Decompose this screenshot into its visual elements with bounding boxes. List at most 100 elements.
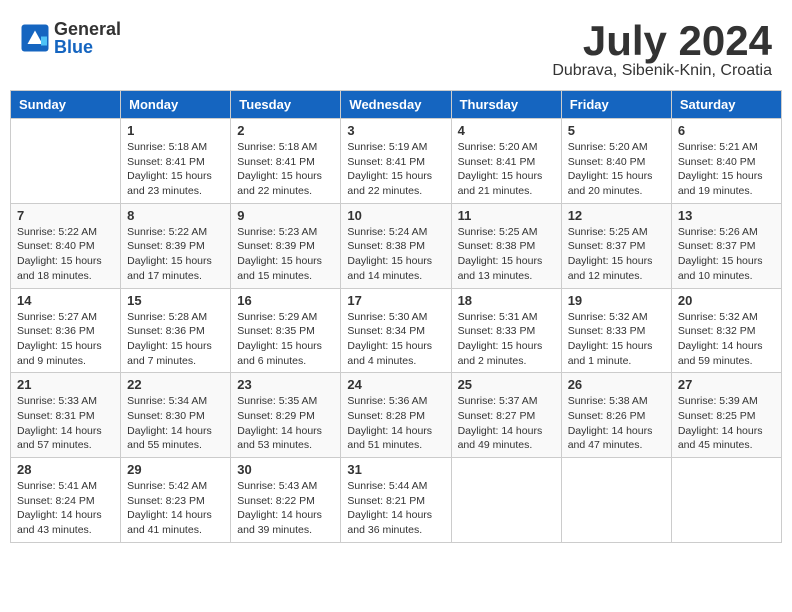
day-number: 11 xyxy=(458,208,555,223)
day-header-wednesday: Wednesday xyxy=(341,91,451,119)
logo-blue-text: Blue xyxy=(54,38,121,56)
day-number: 9 xyxy=(237,208,334,223)
day-number: 8 xyxy=(127,208,224,223)
day-number: 27 xyxy=(678,377,775,392)
day-number: 20 xyxy=(678,293,775,308)
calendar-week-row: 7Sunrise: 5:22 AM Sunset: 8:40 PM Daylig… xyxy=(11,203,782,288)
day-header-friday: Friday xyxy=(561,91,671,119)
day-info: Sunrise: 5:39 AM Sunset: 8:25 PM Dayligh… xyxy=(678,394,775,453)
calendar-cell xyxy=(671,458,781,543)
day-info: Sunrise: 5:20 AM Sunset: 8:40 PM Dayligh… xyxy=(568,140,665,199)
calendar-cell: 12Sunrise: 5:25 AM Sunset: 8:37 PM Dayli… xyxy=(561,203,671,288)
day-info: Sunrise: 5:32 AM Sunset: 8:33 PM Dayligh… xyxy=(568,310,665,369)
calendar-cell: 10Sunrise: 5:24 AM Sunset: 8:38 PM Dayli… xyxy=(341,203,451,288)
day-info: Sunrise: 5:36 AM Sunset: 8:28 PM Dayligh… xyxy=(347,394,444,453)
calendar-week-row: 28 Sunrise: 5:41 AM Sunset: 8:24 PM Dayli… xyxy=(11,458,782,543)
calendar-cell: 4Sunrise: 5:20 AM Sunset: 8:41 PM Daylig… xyxy=(451,119,561,204)
day-number: 23 xyxy=(237,377,334,392)
day-info: Sunrise: 5:18 AM Sunset: 8:41 PM Dayligh… xyxy=(127,140,224,199)
day-number: 6 xyxy=(678,123,775,138)
calendar-cell: 26 Sunrise: 5:38 AM Sunset: 8:26 PM Dayli… xyxy=(561,373,671,458)
day-info: Sunrise: 5:29 AM Sunset: 8:35 PM Dayligh… xyxy=(237,310,334,369)
calendar-week-row: 1Sunrise: 5:18 AM Sunset: 8:41 PM Daylig… xyxy=(11,119,782,204)
day-info: Sunrise: 5:28 AM Sunset: 8:36 PM Dayligh… xyxy=(127,310,224,369)
calendar-cell: 18 Sunrise: 5:31 AM Sunset: 8:33 PM Dayli… xyxy=(451,288,561,373)
logo-text: General Blue xyxy=(54,20,121,56)
day-info: Sunrise: 5:32 AM Sunset: 8:32 PM Dayligh… xyxy=(678,310,775,369)
calendar-cell: 14 Sunrise: 5:27 AM Sunset: 8:36 PM Dayli… xyxy=(11,288,121,373)
day-number: 16 xyxy=(237,293,334,308)
day-info: Sunrise: 5:41 AM Sunset: 8:24 PM Dayligh… xyxy=(17,479,114,538)
day-number: 19 xyxy=(568,293,665,308)
day-number: 4 xyxy=(458,123,555,138)
day-info: Sunrise: 5:27 AM Sunset: 8:36 PM Dayligh… xyxy=(17,310,114,369)
calendar-cell: 19 Sunrise: 5:32 AM Sunset: 8:33 PM Dayli… xyxy=(561,288,671,373)
calendar-cell xyxy=(451,458,561,543)
calendar-cell: 17 Sunrise: 5:30 AM Sunset: 8:34 PM Dayli… xyxy=(341,288,451,373)
calendar-cell: 11 Sunrise: 5:25 AM Sunset: 8:38 PM Dayli… xyxy=(451,203,561,288)
calendar-cell: 8 Sunrise: 5:22 AM Sunset: 8:39 PM Daylig… xyxy=(121,203,231,288)
day-info: Sunrise: 5:31 AM Sunset: 8:33 PM Dayligh… xyxy=(458,310,555,369)
calendar-cell: 16 Sunrise: 5:29 AM Sunset: 8:35 PM Dayli… xyxy=(231,288,341,373)
calendar-week-row: 21 Sunrise: 5:33 AM Sunset: 8:31 PM Dayli… xyxy=(11,373,782,458)
day-info: Sunrise: 5:18 AM Sunset: 8:41 PM Dayligh… xyxy=(237,140,334,199)
calendar-cell xyxy=(11,119,121,204)
day-header-thursday: Thursday xyxy=(451,91,561,119)
day-number: 3 xyxy=(347,123,444,138)
calendar-cell: 6 Sunrise: 5:21 AM Sunset: 8:40 PM Daylig… xyxy=(671,119,781,204)
calendar-cell: 27 Sunrise: 5:39 AM Sunset: 8:25 PM Dayli… xyxy=(671,373,781,458)
calendar-cell: 1Sunrise: 5:18 AM Sunset: 8:41 PM Daylig… xyxy=(121,119,231,204)
day-number: 5 xyxy=(568,123,665,138)
day-number: 29 xyxy=(127,462,224,477)
day-header-sunday: Sunday xyxy=(11,91,121,119)
logo-general-text: General xyxy=(54,20,121,38)
day-number: 26 xyxy=(568,377,665,392)
day-info: Sunrise: 5:22 AM Sunset: 8:39 PM Dayligh… xyxy=(127,225,224,284)
calendar-cell: 5 Sunrise: 5:20 AM Sunset: 8:40 PM Daylig… xyxy=(561,119,671,204)
day-number: 2 xyxy=(237,123,334,138)
day-number: 17 xyxy=(347,293,444,308)
calendar-cell: 25 Sunrise: 5:37 AM Sunset: 8:27 PM Dayli… xyxy=(451,373,561,458)
day-number: 31 xyxy=(347,462,444,477)
calendar-cell: 23Sunrise: 5:35 AM Sunset: 8:29 PM Dayli… xyxy=(231,373,341,458)
day-number: 22 xyxy=(127,377,224,392)
day-info: Sunrise: 5:30 AM Sunset: 8:34 PM Dayligh… xyxy=(347,310,444,369)
calendar-cell: 21 Sunrise: 5:33 AM Sunset: 8:31 PM Dayli… xyxy=(11,373,121,458)
day-info: Sunrise: 5:25 AM Sunset: 8:37 PM Dayligh… xyxy=(568,225,665,284)
day-info: Sunrise: 5:42 AM Sunset: 8:23 PM Dayligh… xyxy=(127,479,224,538)
day-number: 24 xyxy=(347,377,444,392)
day-info: Sunrise: 5:44 AM Sunset: 8:21 PM Dayligh… xyxy=(347,479,444,538)
day-info: Sunrise: 5:43 AM Sunset: 8:22 PM Dayligh… xyxy=(237,479,334,538)
logo-icon xyxy=(20,23,50,53)
day-info: Sunrise: 5:21 AM Sunset: 8:40 PM Dayligh… xyxy=(678,140,775,199)
calendar-week-row: 14 Sunrise: 5:27 AM Sunset: 8:36 PM Dayli… xyxy=(11,288,782,373)
calendar-cell: 9Sunrise: 5:23 AM Sunset: 8:39 PM Daylig… xyxy=(231,203,341,288)
day-number: 21 xyxy=(17,377,114,392)
day-number: 18 xyxy=(458,293,555,308)
calendar-cell: 13Sunrise: 5:26 AM Sunset: 8:37 PM Dayli… xyxy=(671,203,781,288)
calendar-table: SundayMondayTuesdayWednesdayThursdayFrid… xyxy=(10,90,782,543)
month-title: July 2024 xyxy=(552,20,772,62)
calendar-cell: 2 Sunrise: 5:18 AM Sunset: 8:41 PM Daylig… xyxy=(231,119,341,204)
page-header: General Blue July 2024 Dubrava, Sibenik-… xyxy=(10,10,782,85)
day-number: 28 xyxy=(17,462,114,477)
calendar-cell xyxy=(561,458,671,543)
calendar-cell: 22 Sunrise: 5:34 AM Sunset: 8:30 PM Dayli… xyxy=(121,373,231,458)
day-header-saturday: Saturday xyxy=(671,91,781,119)
day-info: Sunrise: 5:25 AM Sunset: 8:38 PM Dayligh… xyxy=(458,225,555,284)
location-title: Dubrava, Sibenik-Knin, Croatia xyxy=(552,62,772,80)
day-info: Sunrise: 5:22 AM Sunset: 8:40 PM Dayligh… xyxy=(17,225,114,284)
calendar-cell: 15Sunrise: 5:28 AM Sunset: 8:36 PM Dayli… xyxy=(121,288,231,373)
day-info: Sunrise: 5:34 AM Sunset: 8:30 PM Dayligh… xyxy=(127,394,224,453)
day-info: Sunrise: 5:37 AM Sunset: 8:27 PM Dayligh… xyxy=(458,394,555,453)
day-number: 25 xyxy=(458,377,555,392)
calendar-cell: 29 Sunrise: 5:42 AM Sunset: 8:23 PM Dayli… xyxy=(121,458,231,543)
day-header-monday: Monday xyxy=(121,91,231,119)
day-number: 14 xyxy=(17,293,114,308)
day-info: Sunrise: 5:33 AM Sunset: 8:31 PM Dayligh… xyxy=(17,394,114,453)
calendar-cell: 24 Sunrise: 5:36 AM Sunset: 8:28 PM Dayli… xyxy=(341,373,451,458)
day-number: 10 xyxy=(347,208,444,223)
calendar-cell: 7Sunrise: 5:22 AM Sunset: 8:40 PM Daylig… xyxy=(11,203,121,288)
day-info: Sunrise: 5:38 AM Sunset: 8:26 PM Dayligh… xyxy=(568,394,665,453)
calendar-cell: 30Sunrise: 5:43 AM Sunset: 8:22 PM Dayli… xyxy=(231,458,341,543)
